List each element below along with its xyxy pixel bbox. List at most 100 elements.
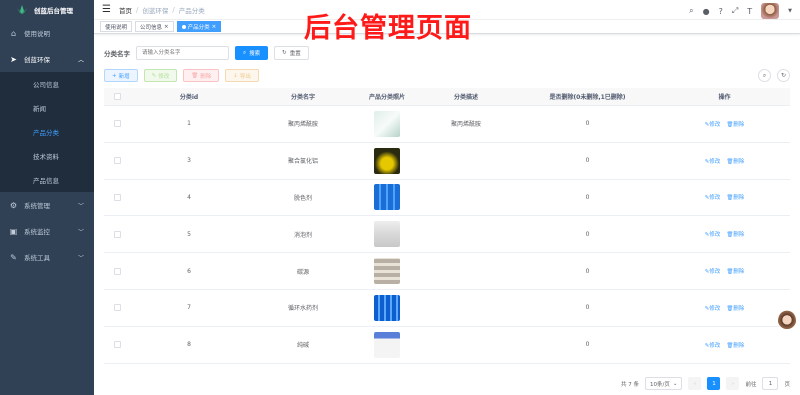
close-icon[interactable]: × xyxy=(212,24,217,30)
next-page-button[interactable]: › xyxy=(726,377,740,390)
search-icon[interactable]: ⌕ xyxy=(689,6,693,16)
select-all-checkbox[interactable] xyxy=(113,93,121,100)
cell-name: 脱色剂 xyxy=(293,194,312,202)
fullscreen-icon[interactable]: ⤢ xyxy=(732,6,738,16)
app-logo[interactable]: 创蓝后台管理 xyxy=(0,0,94,20)
row-checkbox[interactable] xyxy=(113,157,121,165)
sidebar-item-company[interactable]: 公司信息 xyxy=(0,72,94,96)
toolbar: + 新增 ✎ 修改 🗑 删除 ↓ 导出 xyxy=(104,69,259,82)
help-icon[interactable]: ? xyxy=(719,7,723,16)
home-icon: ⌂ xyxy=(10,28,17,38)
sidebar-item-chuanglan[interactable]: ➤ 创蓝环保 ︿ xyxy=(0,46,94,72)
goto-suffix: 页 xyxy=(784,381,790,388)
product-image[interactable] xyxy=(374,294,400,321)
product-image[interactable] xyxy=(374,258,400,285)
sidebar-item-system-tools[interactable]: ✎ 系统工具 ﹀ xyxy=(0,244,94,270)
cell-name: 碳源 xyxy=(296,268,309,276)
close-icon[interactable]: × xyxy=(164,24,169,30)
avatar[interactable] xyxy=(761,3,780,19)
cell-name: 聚丙烯酰胺 xyxy=(287,121,318,129)
add-button[interactable]: + 新增 xyxy=(104,69,138,82)
sidebar-item-system-manage[interactable]: ⚙ 系统管理 ﹀ xyxy=(0,192,94,218)
cell-id: 8 xyxy=(187,341,191,349)
row-checkbox[interactable] xyxy=(113,267,121,275)
reset-button[interactable]: ↻ 重置 xyxy=(274,46,309,60)
row-delete-button[interactable]: 🗑删除 xyxy=(726,120,744,128)
col-photo: 产品分类照片 xyxy=(368,94,405,101)
row-edit-button[interactable]: ✎修改 xyxy=(705,120,721,128)
row-delete-button[interactable]: 🗑删除 xyxy=(726,230,744,238)
col-desc: 分类描述 xyxy=(453,94,478,101)
floating-assistant-avatar[interactable] xyxy=(778,310,796,332)
pagination: 共 7 条 10条/页 ⌄ ‹ 1 › 前往 1 页 xyxy=(621,377,790,390)
row-delete-button[interactable]: 🗑删除 xyxy=(726,267,744,275)
row-edit-button[interactable]: ✎修改 xyxy=(705,193,721,201)
gear-icon: ⚙ xyxy=(9,200,18,210)
hamburger-icon[interactable]: ☰ xyxy=(102,4,111,15)
data-table: 分类id 分类名字 产品分类照片 分类描述 是否删除(0未删除,1已删除) 操作… xyxy=(104,88,790,364)
edit-button[interactable]: ✎ 修改 xyxy=(143,69,178,82)
row-edit-button[interactable]: ✎修改 xyxy=(705,230,721,238)
row-checkbox[interactable] xyxy=(113,304,121,312)
row-checkbox[interactable] xyxy=(113,120,121,128)
row-edit-button[interactable]: ✎修改 xyxy=(705,157,721,165)
search-input[interactable] xyxy=(136,46,229,60)
sidebar-item-product-info[interactable]: 产品信息 xyxy=(0,168,94,192)
table-row: 1 聚丙烯酰胺 聚丙烯酰胺 0 ✎修改 🗑删除 xyxy=(104,106,790,143)
submenu-chuanglan: 公司信息 新闻 产品分类 技术资料 产品信息 xyxy=(0,72,94,192)
row-delete-button[interactable]: 🗑删除 xyxy=(726,157,744,165)
sidebar-item-system-monitor[interactable]: ▣ 系统监控 ﹀ xyxy=(0,218,94,244)
refresh-icon[interactable]: ↻ xyxy=(777,69,790,82)
product-image[interactable] xyxy=(374,184,400,211)
sidebar-item-product-category[interactable]: 产品分类 xyxy=(0,120,94,144)
col-actions: 操作 xyxy=(718,94,731,101)
cell-deleted: 0 xyxy=(585,157,590,165)
row-delete-button[interactable]: 🗑删除 xyxy=(726,341,744,349)
row-checkbox[interactable] xyxy=(113,230,121,238)
cell-name: 聚合氯化铝 xyxy=(287,158,318,166)
font-size-icon[interactable]: T xyxy=(747,7,752,16)
product-image[interactable] xyxy=(374,221,400,248)
product-image[interactable] xyxy=(374,147,400,174)
goto-input[interactable]: 1 xyxy=(762,377,779,390)
row-edit-button[interactable]: ✎修改 xyxy=(705,341,721,349)
page-banner-title: 后台管理页面 xyxy=(304,13,472,44)
main-area: ☰ 首页 / 创蓝环保 / 产品分类 ⌕ ● ? ⤢ T ▼ 使用说明 公司信息… xyxy=(94,0,800,395)
download-icon: ↓ xyxy=(233,72,238,79)
chevron-down-icon: ⌄ xyxy=(672,380,678,387)
app-title: 创蓝后台管理 xyxy=(34,7,73,15)
caret-down-icon[interactable]: ▼ xyxy=(788,8,792,14)
github-icon[interactable]: ● xyxy=(703,7,710,16)
row-edit-button[interactable]: ✎修改 xyxy=(705,304,721,312)
breadcrumb-chuanglan[interactable]: 创蓝环保 xyxy=(142,5,168,15)
tag-product-category[interactable]: 产品分类 × xyxy=(176,21,222,32)
table-body: 1 聚丙烯酰胺 聚丙烯酰胺 0 ✎修改 🗑删除 3 聚合氯化铝 0 ✎修改 🗑删… xyxy=(104,106,790,364)
product-image[interactable] xyxy=(374,331,400,358)
tag-usage[interactable]: 使用说明 xyxy=(100,21,133,32)
table-tools: ⌕ ↻ xyxy=(758,69,790,82)
tag-company[interactable]: 公司信息 × xyxy=(135,21,174,32)
cell-deleted: 0 xyxy=(585,341,590,349)
breadcrumb-home[interactable]: 首页 xyxy=(119,5,132,15)
row-edit-button[interactable]: ✎修改 xyxy=(705,267,721,275)
prev-page-button[interactable]: ‹ xyxy=(688,377,702,390)
export-button[interactable]: ↓ 导出 xyxy=(225,69,259,82)
row-delete-button[interactable]: 🗑删除 xyxy=(726,193,744,201)
col-deleted: 是否删除(0未删除,1已删除) xyxy=(549,94,626,101)
sidebar-item-news[interactable]: 新闻 xyxy=(0,96,94,120)
sidebar-item-tech-docs[interactable]: 技术资料 xyxy=(0,144,94,168)
table-row: 7 循环水药剂 0 ✎修改 🗑删除 xyxy=(104,290,790,327)
page-number[interactable]: 1 xyxy=(707,377,721,390)
sidebar-item-usage[interactable]: ⌂ 使用说明 xyxy=(0,20,94,46)
page-size-select[interactable]: 10条/页 ⌄ xyxy=(645,377,683,390)
delete-button[interactable]: 🗑 删除 xyxy=(183,69,220,82)
plus-icon: + xyxy=(112,72,117,79)
row-delete-button[interactable]: 🗑删除 xyxy=(726,304,744,312)
search-button[interactable]: ⌕ 搜索 xyxy=(235,46,269,60)
search-toggle-icon[interactable]: ⌕ xyxy=(758,69,771,82)
row-checkbox[interactable] xyxy=(113,341,121,349)
row-checkbox[interactable] xyxy=(113,193,121,201)
total-count: 共 7 条 xyxy=(621,381,639,388)
chevron-down-icon: ﹀ xyxy=(77,202,84,210)
product-image[interactable] xyxy=(374,110,400,137)
